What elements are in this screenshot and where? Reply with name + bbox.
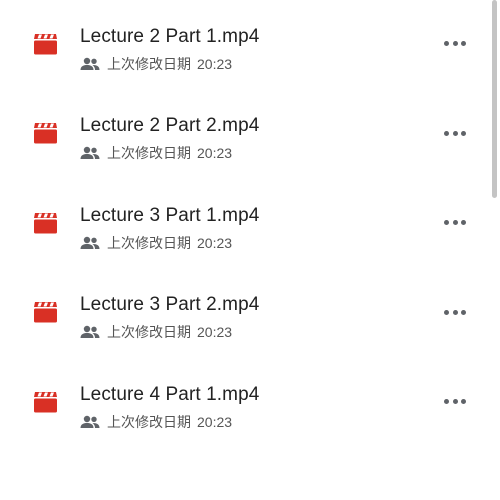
file-name: Lecture 3 Part 2.mp4 (80, 294, 260, 315)
file-row[interactable]: Lecture 4 Part 1.mp4 上次修改日期 20:23 (0, 358, 490, 448)
modified-label: 上次修改日期 (107, 324, 191, 340)
file-meta: 上次修改日期 20:23 (80, 323, 232, 341)
file-meta: 上次修改日期 20:23 (80, 144, 232, 162)
more-horiz-icon-dot (444, 41, 449, 46)
file-meta: 上次修改日期 20:23 (80, 234, 232, 252)
file-name: Lecture 4 Part 1.mp4 (80, 383, 260, 405)
file-row[interactable]: Lecture 3 Part 2.mp4 上次修改日期 20:23 (0, 268, 490, 358)
video-file-icon (33, 391, 58, 413)
modified-time: 20:23 (197, 413, 233, 430)
modified-label: 上次修改日期 (107, 413, 191, 430)
file-meta: 上次修改日期 20:23 (80, 55, 232, 73)
people-icon (80, 415, 100, 429)
modified-time: 20:23 (197, 55, 233, 72)
more-horiz-icon-dot (452, 309, 458, 315)
more-horiz-icon-dot (461, 399, 466, 404)
modified-time: 20:23 (197, 145, 233, 161)
people-icon (80, 57, 100, 71)
scrollbar-thumb[interactable] (492, 0, 497, 198)
file-list: Lecture 1 Part 2.mp4 上次修改日期 20:23 (0, 0, 490, 447)
more-horiz-icon-dot (444, 309, 449, 315)
video-file-icon (33, 212, 58, 234)
more-horiz-icon-dot (444, 399, 449, 404)
more-horiz-icon-dot (461, 130, 466, 136)
modified-time: 20:23 (197, 324, 233, 340)
more-options-button[interactable] (442, 213, 468, 233)
more-horiz-icon-dot (452, 399, 458, 404)
file-name: Lecture 3 Part 1.mp4 (80, 204, 260, 226)
more-horiz-icon-dot (461, 220, 466, 225)
more-horiz-icon-dot (461, 309, 466, 315)
file-name: Lecture 2 Part 2.mp4 (80, 115, 260, 136)
modified-time: 20:23 (197, 234, 233, 251)
video-file-icon (33, 33, 58, 55)
more-horiz-icon-dot (452, 41, 458, 46)
more-horiz-icon-dot (461, 41, 466, 46)
more-horiz-icon-dot (452, 130, 458, 136)
video-file-icon (33, 122, 58, 144)
file-row[interactable]: Lecture 2 Part 2.mp4 上次修改日期 20:23 (0, 89, 490, 179)
more-options-button[interactable] (442, 392, 468, 412)
file-meta: 上次修改日期 20:23 (80, 413, 232, 431)
modified-label: 上次修改日期 (107, 55, 191, 72)
more-horiz-icon-dot (452, 220, 458, 225)
file-row[interactable]: Lecture 2 Part 1.mp4 上次修改日期 20:23 (0, 0, 490, 89)
more-options-button[interactable] (442, 302, 468, 322)
people-icon (80, 236, 100, 250)
file-name: Lecture 2 Part 1.mp4 (80, 25, 260, 47)
people-icon (80, 146, 100, 160)
more-options-button[interactable] (442, 123, 468, 143)
video-file-icon (33, 301, 58, 323)
modified-label: 上次修改日期 (107, 145, 191, 161)
people-icon (80, 325, 100, 339)
file-row[interactable]: Lecture 3 Part 1.mp4 上次修改日期 20:23 (0, 179, 490, 269)
more-horiz-icon-dot (444, 130, 449, 136)
more-horiz-icon-dot (444, 220, 449, 225)
more-options-button[interactable] (442, 34, 468, 54)
modified-label: 上次修改日期 (107, 234, 191, 251)
